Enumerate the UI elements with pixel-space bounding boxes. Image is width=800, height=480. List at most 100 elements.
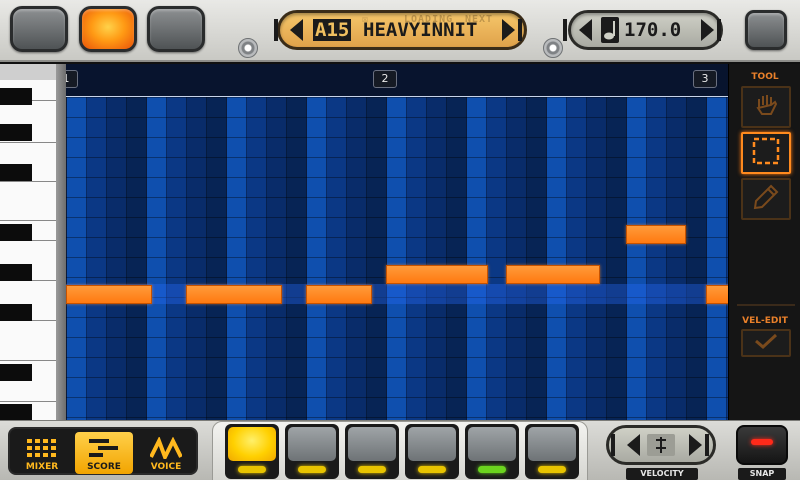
note-block[interactable] bbox=[706, 285, 728, 304]
black-key[interactable] bbox=[0, 404, 32, 420]
keyboard-edge bbox=[56, 64, 66, 420]
note-block[interactable] bbox=[506, 265, 600, 284]
track-selector-tray bbox=[212, 421, 588, 480]
black-key[interactable] bbox=[0, 124, 32, 141]
pattern-name: HEAVYINNIT bbox=[363, 19, 478, 41]
black-key[interactable] bbox=[0, 304, 32, 321]
pattern-id: A15 bbox=[313, 19, 352, 41]
checkmark-icon bbox=[753, 332, 779, 354]
track-slot-4[interactable] bbox=[405, 424, 459, 479]
black-key[interactable] bbox=[0, 164, 32, 181]
score-mode-button[interactable]: SCORE bbox=[75, 432, 133, 474]
black-key[interactable] bbox=[0, 264, 32, 281]
voice-mode-button[interactable]: VOICE bbox=[137, 432, 195, 474]
snap-indicator bbox=[751, 439, 773, 445]
tool-divider bbox=[737, 304, 795, 306]
bar-marker-3: 3 bbox=[693, 70, 717, 88]
timeline-ruler[interactable]: 1 2 3 bbox=[66, 64, 728, 96]
white-key-divider bbox=[0, 360, 56, 361]
keyboard-top-strip bbox=[0, 64, 56, 80]
grid-row-line bbox=[66, 137, 728, 138]
track-pad bbox=[288, 427, 336, 461]
track-pad bbox=[228, 427, 276, 461]
pencil-icon bbox=[751, 182, 781, 216]
track-pad bbox=[408, 427, 456, 461]
voice-icon bbox=[149, 436, 183, 462]
mode-switcher: MIXER SCORE VOICE bbox=[8, 427, 198, 475]
track-slot-2[interactable] bbox=[285, 424, 339, 479]
grid-row-line bbox=[66, 317, 728, 318]
piano-keyboard[interactable] bbox=[0, 64, 56, 420]
note-icon bbox=[601, 17, 619, 43]
track-pad bbox=[348, 427, 396, 461]
snap-button[interactable] bbox=[736, 425, 788, 465]
screw-icon bbox=[543, 38, 563, 58]
pattern-prev-icon[interactable] bbox=[274, 19, 303, 41]
screw-icon bbox=[238, 38, 258, 58]
hand-tool-button[interactable] bbox=[741, 86, 791, 128]
black-key[interactable] bbox=[0, 364, 32, 381]
track-slot-5[interactable] bbox=[465, 424, 519, 479]
velocity-down-icon[interactable] bbox=[611, 434, 640, 456]
track-led bbox=[478, 466, 506, 473]
grid-row-line bbox=[66, 417, 728, 418]
note-block[interactable] bbox=[386, 265, 488, 284]
bar-marker-1: 1 bbox=[66, 70, 78, 88]
track-led bbox=[358, 466, 386, 473]
white-key-divider bbox=[0, 181, 56, 182]
velocity-value-icon bbox=[647, 434, 675, 456]
score-icon bbox=[88, 437, 120, 459]
menu-button[interactable] bbox=[745, 10, 787, 50]
white-key-divider bbox=[0, 220, 56, 221]
pad-button-1[interactable] bbox=[10, 6, 68, 52]
note-block[interactable] bbox=[66, 285, 152, 304]
vel-edit-label: VEL-EDIT bbox=[742, 316, 788, 326]
track-slot-1[interactable] bbox=[225, 424, 279, 479]
track-pad bbox=[468, 427, 516, 461]
selected-row bbox=[66, 284, 728, 304]
bottom-bar: MIXER SCORE VOICE VELOCITY SNAP bbox=[0, 420, 800, 480]
velocity-up-icon[interactable] bbox=[689, 434, 709, 456]
note-block[interactable] bbox=[186, 285, 282, 304]
track-slot-3[interactable] bbox=[345, 424, 399, 479]
pad-button-3[interactable] bbox=[147, 6, 205, 52]
velocity-control bbox=[606, 425, 716, 465]
track-led bbox=[238, 466, 266, 473]
grid-row-line bbox=[66, 357, 728, 358]
tool-panel: TOOL VEL-EDIT bbox=[728, 64, 800, 420]
pattern-next-icon[interactable] bbox=[502, 19, 522, 41]
select-tool-button[interactable] bbox=[741, 132, 791, 174]
note-block[interactable] bbox=[306, 285, 372, 304]
piano-roll-grid[interactable]: 1 2 3 bbox=[66, 64, 728, 420]
grid-row-line bbox=[66, 177, 728, 178]
grid-row-line bbox=[66, 397, 728, 398]
grid-row-line bbox=[66, 377, 728, 378]
tool-title: TOOL bbox=[751, 72, 779, 82]
track-led bbox=[538, 466, 566, 473]
velocity-label: VELOCITY bbox=[626, 468, 698, 480]
grid-row-line bbox=[66, 157, 728, 158]
grid-row-line bbox=[66, 117, 728, 118]
tempo-up-icon[interactable] bbox=[701, 19, 721, 41]
bar-marker-2: 2 bbox=[373, 70, 397, 88]
track-led bbox=[298, 466, 326, 473]
note-block[interactable] bbox=[626, 225, 686, 244]
black-key[interactable] bbox=[0, 88, 32, 105]
white-key-divider bbox=[0, 142, 56, 143]
black-key[interactable] bbox=[0, 224, 32, 241]
vel-edit-button[interactable] bbox=[741, 329, 791, 357]
select-icon bbox=[751, 136, 781, 170]
top-toolbar: ☒ LOADING NEXT A15 HEAVYINNIT 170.0 bbox=[0, 0, 800, 62]
grid-row-line bbox=[66, 97, 728, 98]
mixer-icon bbox=[26, 437, 58, 459]
pad-button-2[interactable] bbox=[79, 6, 137, 52]
track-pad bbox=[528, 427, 576, 461]
white-key-divider bbox=[0, 401, 56, 402]
tempo-down-icon[interactable] bbox=[563, 19, 592, 41]
track-led bbox=[418, 466, 446, 473]
mixer-mode-button[interactable]: MIXER bbox=[13, 432, 71, 474]
track-slot-6[interactable] bbox=[525, 424, 579, 479]
score-mode-label: SCORE bbox=[87, 462, 121, 472]
pencil-tool-button[interactable] bbox=[741, 178, 791, 220]
tempo-value: 170.0 bbox=[624, 19, 682, 41]
